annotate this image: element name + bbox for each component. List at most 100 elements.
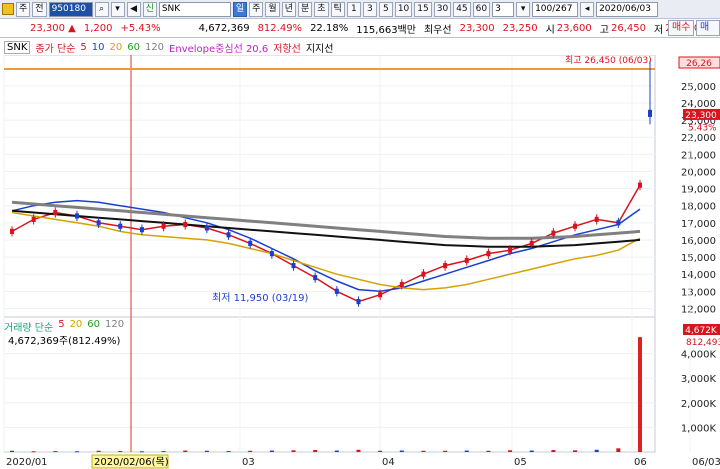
volume-bar (74, 451, 79, 453)
last-candle-body (648, 109, 652, 117)
volume-bar (594, 449, 599, 452)
dropdown-icon[interactable]: ▾ (110, 1, 125, 17)
volume-bar (399, 450, 404, 452)
candle-body (551, 230, 556, 236)
best-ask: 23,300 (459, 22, 495, 34)
x-tick-label: 06 (634, 457, 647, 468)
turnover-rate: 22.18% (310, 22, 349, 34)
minute-5[interactable]: 5 (378, 1, 393, 17)
name-badge: 신 (142, 1, 157, 17)
y-tick-label: 19,000 (681, 185, 716, 196)
buy-button[interactable]: 매수 (668, 20, 695, 36)
y-tick-label: 22,000 (681, 133, 716, 144)
volume-value: 4,672,369 (198, 22, 250, 34)
y-tick-label: 16,000 (681, 236, 716, 247)
volume-bar (486, 450, 491, 452)
ma120-label[interactable]: 120 (145, 42, 164, 53)
candle-body (421, 271, 426, 277)
candle-body (204, 225, 209, 231)
ma20-label[interactable]: 20 (109, 42, 122, 53)
stock-code-input[interactable]: 950180 (48, 1, 93, 17)
candle-body (356, 299, 361, 305)
volume-bar (139, 451, 144, 453)
candle-body (594, 216, 599, 222)
candle-body (464, 257, 469, 264)
candle-body (334, 288, 339, 294)
support-label[interactable]: 지지선 (306, 40, 334, 55)
range-field[interactable]: 100/267 (532, 1, 579, 17)
count-select[interactable]: 3 (492, 1, 515, 17)
date-field[interactable]: 2020/06/03 (596, 1, 659, 17)
high-annotation: 최고 26,450 (06/03) (565, 55, 652, 66)
symbol-label[interactable]: SNK (4, 40, 31, 54)
sell-button[interactable]: 매도 (696, 20, 720, 36)
trade-amount: 115,663백만 (356, 24, 416, 36)
search-icon[interactable]: ⌕ (94, 1, 109, 17)
volume-ratio: 812.49% (257, 22, 303, 34)
period-tick[interactable]: 틱 (330, 1, 345, 17)
stock-name-field[interactable]: SNK (158, 1, 231, 17)
ma5-label[interactable]: 5 (80, 42, 86, 53)
candle-body (291, 263, 296, 269)
top-right-label: LC:94.9 (680, 55, 715, 56)
price-chart[interactable]: 25,00024,00023,00022,00021,00020,00019,0… (0, 55, 720, 469)
candle-body (486, 251, 491, 257)
minute-10[interactable]: 10 (394, 1, 413, 17)
vol-tick-label: 1,000K (681, 423, 717, 434)
volume-bar (313, 450, 318, 452)
y-tick-label: 25,000 (681, 82, 716, 93)
candle-body (226, 232, 231, 238)
app-menu-icon[interactable] (2, 3, 14, 15)
low-annotation: 최저 11,950 (03/19) (212, 292, 308, 304)
candle-body (161, 223, 166, 229)
resistance-label[interactable]: 저항선 (273, 40, 301, 55)
period-second[interactable]: 초 (314, 1, 329, 17)
candle-body (573, 223, 578, 229)
candle-body (183, 221, 188, 228)
minute-3[interactable]: 3 (362, 1, 377, 17)
volume-bar (573, 450, 578, 452)
volume-bar (508, 450, 513, 452)
minute-15[interactable]: 15 (414, 1, 432, 17)
candle-body (443, 263, 448, 269)
volume-bar (464, 450, 469, 452)
candle-body (616, 220, 621, 226)
minute-30[interactable]: 30 (433, 1, 452, 17)
volume-bar (118, 451, 123, 453)
quote-bar: 23,300 ▲ 1,200 +5.43% 4,672,369 812.49% … (0, 19, 720, 38)
volume-bar (161, 451, 166, 453)
volume-bar (31, 451, 36, 453)
candle-body (248, 240, 253, 246)
range-prev-icon[interactable]: ◂ (580, 1, 595, 17)
code-type-select[interactable]: 전 (32, 1, 47, 17)
volume-bar (551, 450, 556, 452)
minute-45[interactable]: 45 (453, 1, 471, 17)
volume-bar (269, 450, 274, 452)
y-tick-label: 24,000 (681, 99, 716, 110)
period-day[interactable]: 일 (232, 1, 248, 17)
ma10-label[interactable]: 10 (92, 42, 105, 53)
last-volume-pct: 812,493 (686, 338, 720, 348)
ma-label[interactable]: 종가 단순 (35, 40, 75, 55)
high-label: 고 (599, 24, 609, 36)
ma60-label[interactable]: 60 (127, 42, 140, 53)
volume-bar (10, 450, 14, 452)
volume-bar (226, 451, 231, 453)
market-select[interactable]: 주 (16, 1, 31, 17)
prev-icon[interactable]: ◀ (126, 1, 141, 17)
vol-tick-label: 2,000K (681, 399, 717, 410)
period-month[interactable]: 월 (265, 1, 280, 17)
vol-tick-label: 3,000K (681, 374, 717, 385)
minute-60[interactable]: 60 (472, 1, 491, 17)
period-week[interactable]: 주 (249, 1, 264, 17)
y-tick-label: 21,000 (681, 150, 716, 161)
candle-body (529, 240, 534, 246)
candle-body (269, 251, 274, 257)
period-year[interactable]: 년 (281, 1, 296, 17)
envelope-label[interactable]: Envelope중심선 20,6 (169, 40, 268, 55)
chevron-down-icon[interactable]: ▾ (516, 1, 531, 17)
volume-bar (96, 450, 101, 452)
x-tick-label: 03 (242, 457, 255, 468)
minute-1[interactable]: 1 (346, 1, 361, 17)
period-minute[interactable]: 분 (297, 1, 313, 17)
